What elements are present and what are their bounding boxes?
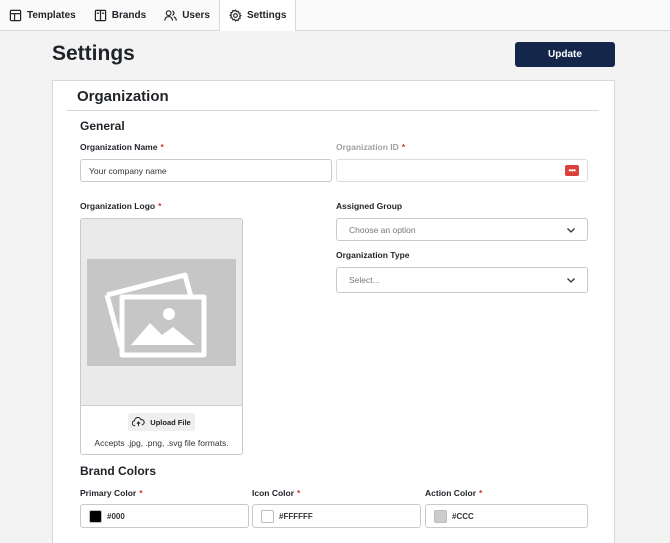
brand-colors-title: Brand Colors	[80, 464, 157, 478]
gear-icon	[229, 9, 242, 22]
image-placeholder	[87, 259, 236, 366]
tab-users[interactable]: Users	[155, 0, 219, 30]
required-marker: *	[297, 488, 301, 498]
tab-label: Templates	[27, 9, 76, 21]
users-icon	[164, 9, 178, 21]
label-text: Icon Color	[252, 488, 295, 498]
organization-type-placeholder: Select...	[349, 275, 380, 285]
label-text: Organization Logo	[80, 201, 156, 211]
primary-color-swatch[interactable]	[89, 509, 102, 523]
primary-color-label: Primary Color *	[80, 488, 143, 498]
tab-brands[interactable]: Brands	[85, 0, 155, 30]
label-text: Action Color	[425, 488, 476, 498]
page-title: Settings	[52, 42, 135, 65]
top-nav-tabs: Templates Brands Users Settings	[0, 0, 670, 31]
assigned-group-select[interactable]: Choose an option	[336, 218, 588, 241]
organization-type-label: Organization Type	[336, 250, 410, 260]
primary-color-value: #000	[107, 511, 125, 521]
organization-id-label: Organization ID *	[336, 142, 405, 152]
tab-label: Brands	[111, 9, 147, 21]
image-icon	[104, 272, 207, 358]
cloud-upload-icon	[132, 417, 145, 427]
tab-label: Settings	[247, 10, 287, 21]
required-marker: *	[139, 488, 143, 498]
action-color-label: Action Color *	[425, 488, 482, 498]
required-marker: *	[479, 488, 483, 498]
book-icon	[94, 9, 106, 21]
upload-file-button[interactable]: Upload File	[128, 413, 195, 431]
general-subtitle: General	[80, 119, 125, 133]
required-marker: *	[401, 142, 406, 152]
organization-logo-label: Organization Logo *	[80, 201, 161, 211]
icon-color-field[interactable]: #FFFFFF	[252, 504, 421, 528]
tab-templates[interactable]: Templates	[0, 0, 85, 30]
organization-name-label: Organization Name *	[80, 142, 164, 152]
icon-color-swatch[interactable]	[261, 509, 274, 523]
section-divider	[67, 110, 599, 111]
tab-label: Users	[182, 9, 210, 21]
label-text: Organization ID	[336, 142, 399, 152]
label-text: Primary Color	[80, 488, 137, 498]
organization-type-select[interactable]: Select...	[336, 267, 588, 293]
template-icon	[9, 9, 22, 21]
required-marker: *	[160, 142, 164, 152]
organization-name-field[interactable]: Your company name	[80, 159, 332, 182]
tab-settings[interactable]: Settings	[219, 0, 297, 31]
primary-color-field[interactable]: #000	[80, 504, 249, 528]
required-marker: *	[158, 201, 162, 211]
action-color-swatch[interactable]	[434, 509, 447, 523]
logo-preview	[81, 219, 242, 406]
update-button[interactable]: Update	[515, 42, 615, 67]
icon-color-value: #FFFFFF	[279, 511, 313, 521]
assigned-group-placeholder: Choose an option	[349, 224, 416, 235]
organization-section-title: Organization	[77, 88, 169, 105]
file-format-hint: Accepts .jpg, .png, .svg file formats.	[94, 438, 229, 448]
logo-upload-box[interactable]: Upload File Accepts .jpg, .png, .svg fil…	[80, 218, 243, 455]
action-color-value: #CCC	[452, 511, 474, 521]
action-color-field[interactable]: #CCC	[425, 504, 588, 528]
password-manager-icon[interactable]: •••	[565, 165, 579, 176]
chevron-down-icon	[567, 278, 575, 283]
icon-color-label: Icon Color *	[252, 488, 300, 498]
upload-file-label: Upload File	[150, 417, 191, 427]
assigned-group-label: Assigned Group	[336, 201, 403, 211]
label-text: Organization Name	[80, 142, 158, 152]
organization-id-field[interactable]: •••	[336, 159, 588, 182]
chevron-down-icon	[567, 227, 575, 233]
